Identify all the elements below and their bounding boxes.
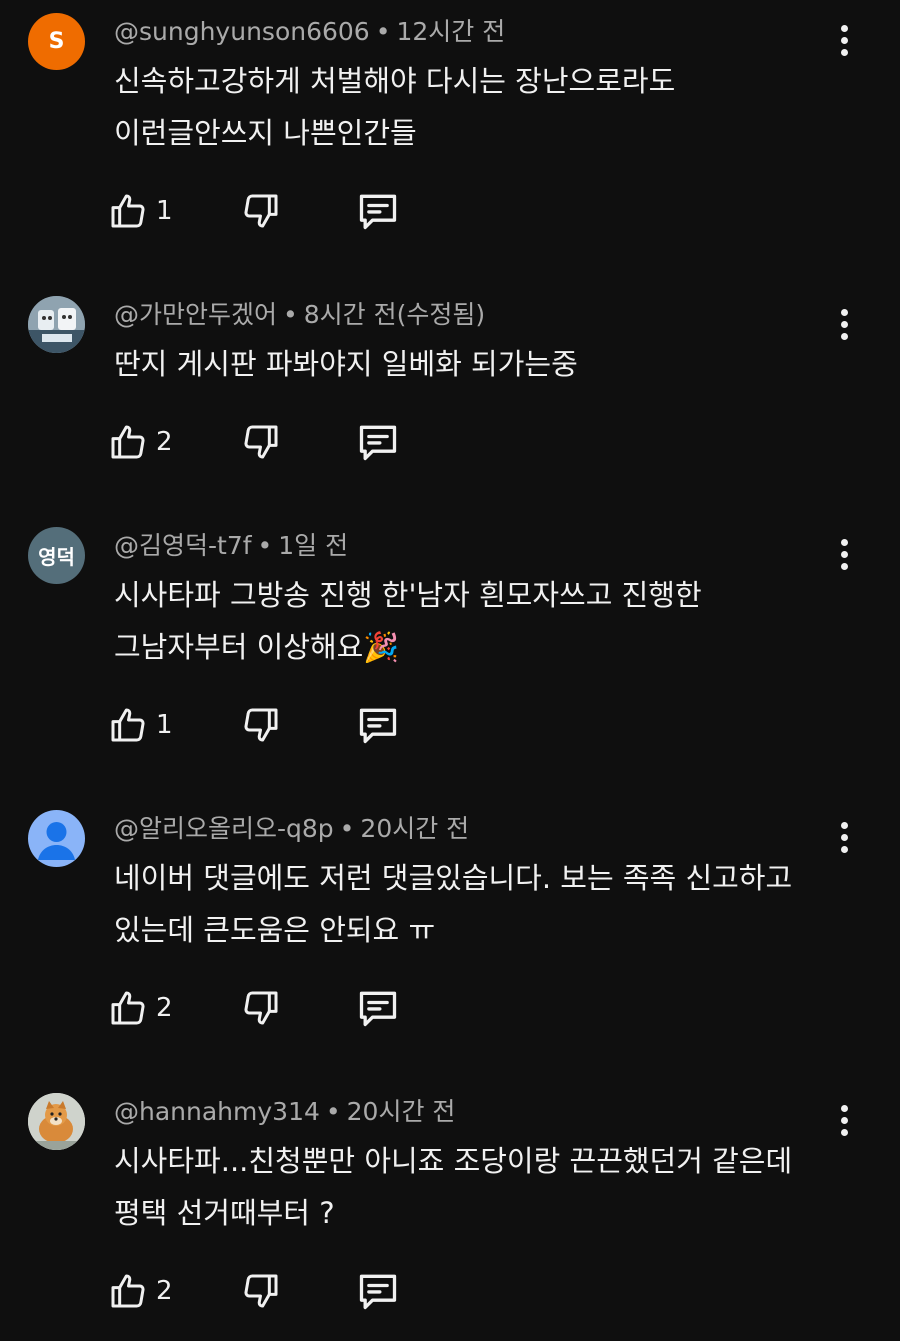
comment-text: 시사타파 그방송 진행 한'남자 흰모자쓰고 진행한 그남자부터 이상해요🎉 <box>114 569 834 673</box>
like-button[interactable]: 2 <box>108 416 173 468</box>
comment-line: 그남자부터 이상해요🎉 <box>114 630 400 664</box>
comment-line: 시사타파 그방송 진행 한'남자 흰모자쓰고 진행한 <box>114 578 702 612</box>
like-button[interactable]: 2 <box>108 1265 173 1317</box>
comment-actions: 1 <box>108 185 428 237</box>
thumbs-up-icon <box>111 194 145 228</box>
comment-line: 있는데 큰도움은 안되요 ㅠ <box>114 913 436 947</box>
reply-button[interactable] <box>356 1265 400 1317</box>
comment-actions: 2 <box>108 416 428 468</box>
comment-actions: 1 <box>108 699 428 751</box>
reply-icon <box>359 194 397 230</box>
thumbs-down-icon <box>244 425 278 459</box>
thumbs-down-icon <box>244 1274 278 1308</box>
author-handle[interactable]: @김영덕-t7f <box>114 531 252 560</box>
comment-line: 시사타파...친청뿐만 아니죠 조당이랑 끈끈했던거 같은데 <box>114 1144 793 1178</box>
separator: • <box>257 531 273 560</box>
like-count: 2 <box>156 993 173 1023</box>
comment-line: 신속하고강하게 처벌해야 다시는 장난으로라도 <box>114 64 676 98</box>
more-vertical-icon[interactable] <box>826 1098 862 1142</box>
dislike-button[interactable] <box>241 1265 281 1317</box>
timestamp[interactable]: 20시간 전 <box>347 1097 456 1126</box>
reply-icon <box>359 708 397 744</box>
thumbs-up-icon <box>111 708 145 742</box>
like-count: 1 <box>156 196 173 226</box>
avatar-letter: 영덕 <box>38 545 75 569</box>
timestamp[interactable]: 1일 전 <box>278 531 348 560</box>
avatar[interactable]: S <box>28 13 85 70</box>
like-count: 1 <box>156 710 173 740</box>
separator: • <box>375 17 391 46</box>
comment-meta: @김영덕-t7f • 1일 전 <box>114 530 348 562</box>
like-count: 2 <box>156 427 173 457</box>
reply-button[interactable] <box>356 982 400 1034</box>
comment-line: 딴지 게시판 파봐야지 일베화 되가는중 <box>114 347 578 381</box>
comment-meta: @알리오올리오-q8p • 20시간 전 <box>114 813 469 845</box>
thumbs-up-icon <box>111 1274 145 1308</box>
author-handle[interactable]: @sunghyunson6606 <box>114 17 370 46</box>
comment-line: 평택 선거때부터 ? <box>114 1196 335 1230</box>
reply-button[interactable] <box>356 416 400 468</box>
comment-actions: 2 <box>108 1265 428 1317</box>
like-button[interactable]: 2 <box>108 982 173 1034</box>
comment-text: 딴지 게시판 파봐야지 일베화 되가는중 <box>114 338 834 390</box>
comment-text: 네이버 댓글에도 저런 댓글있습니다. 보는 족족 신고하고 있는데 큰도움은 … <box>114 852 834 956</box>
like-button[interactable]: 1 <box>108 699 173 751</box>
thumbs-up-icon <box>111 425 145 459</box>
author-handle[interactable]: @hannahmy314 <box>114 1097 320 1126</box>
thumbs-down-icon <box>244 194 278 228</box>
timestamp[interactable]: 12시간 전 <box>396 17 505 46</box>
comment-actions: 2 <box>108 982 428 1034</box>
comment-text: 신속하고강하게 처벌해야 다시는 장난으로라도 이런글안쓰지 나쁜인간들 <box>114 55 834 159</box>
comment-meta: @sunghyunson6606 • 12시간 전 <box>114 16 505 48</box>
default-person-icon <box>38 822 75 860</box>
timestamp[interactable]: 20시간 전 <box>360 814 469 843</box>
separator: • <box>325 1097 341 1126</box>
avatar[interactable]: 영덕 <box>28 527 85 584</box>
avatar-image-icon <box>28 296 85 353</box>
more-vertical-icon[interactable] <box>826 532 862 576</box>
like-count: 2 <box>156 1276 173 1306</box>
reply-icon <box>359 1274 397 1310</box>
dislike-button[interactable] <box>241 699 281 751</box>
dislike-button[interactable] <box>241 185 281 237</box>
separator: • <box>283 300 298 329</box>
reply-button[interactable] <box>356 699 400 751</box>
more-vertical-icon[interactable] <box>826 815 862 859</box>
like-button[interactable]: 1 <box>108 185 173 237</box>
comment-line: 네이버 댓글에도 저런 댓글있습니다. 보는 족족 신고하고 <box>114 861 793 895</box>
reply-button[interactable] <box>356 185 400 237</box>
comment-text: 시사타파...친청뿐만 아니죠 조당이랑 끈끈했던거 같은데 평택 선거때부터 … <box>114 1135 834 1239</box>
more-vertical-icon[interactable] <box>826 18 862 62</box>
avatar[interactable] <box>28 810 85 867</box>
thumbs-up-icon <box>111 991 145 1025</box>
dog-photo-icon <box>28 1093 85 1150</box>
avatar[interactable] <box>28 296 85 353</box>
author-handle[interactable]: @알리오올리오-q8p <box>114 814 334 843</box>
thumbs-down-icon <box>244 708 278 742</box>
avatar[interactable] <box>28 1093 85 1150</box>
separator: • <box>339 814 355 843</box>
thumbs-down-icon <box>244 991 278 1025</box>
timestamp[interactable]: 8시간 전(수정됨) <box>304 300 485 329</box>
author-handle[interactable]: @가만안두겠어 <box>114 300 277 329</box>
comment-line: 이런글안쓰지 나쁜인간들 <box>114 116 417 150</box>
reply-icon <box>359 991 397 1027</box>
dislike-button[interactable] <box>241 982 281 1034</box>
avatar-letter: S <box>48 29 65 54</box>
reply-icon <box>359 425 397 461</box>
more-vertical-icon[interactable] <box>826 302 862 346</box>
comment-meta: @hannahmy314 • 20시간 전 <box>114 1096 455 1128</box>
comment-meta: @가만안두겠어 • 8시간 전(수정됨) <box>114 299 485 331</box>
dislike-button[interactable] <box>241 416 281 468</box>
